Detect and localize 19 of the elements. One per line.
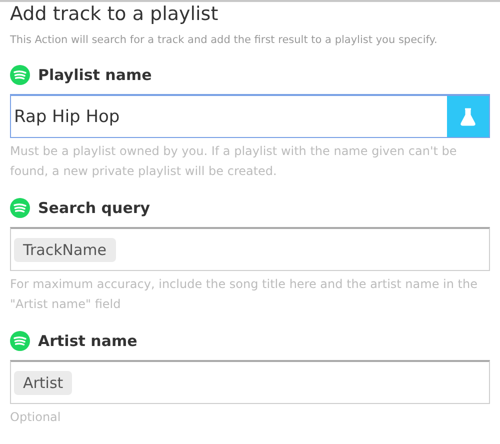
flask-icon: [460, 108, 476, 126]
spotify-icon: [10, 331, 30, 351]
action-title: Add track to a playlist: [10, 2, 220, 26]
input-field[interactable]: Rap Hip Hop: [10, 94, 490, 138]
help-text: Must be a playlist owned by you. If a playlist with the name given can't be found, a new private playlist will be created.: [10, 143, 458, 180]
help-text: Optional: [10, 409, 62, 426]
ingredient-tag[interactable]: TrackName: [14, 238, 116, 262]
input-field[interactable]: TrackName: [10, 227, 490, 271]
action-description: This Action will search for a track and add the first result to a playlist you specify.: [10, 33, 438, 48]
field-label: Playlist name: [38, 66, 152, 84]
input-field[interactable]: Artist: [10, 360, 490, 404]
spotify-icon: [10, 65, 30, 85]
flask-button[interactable]: [447, 96, 489, 137]
ingredient-tag[interactable]: Artist: [14, 370, 72, 394]
field-label: Artist name: [38, 332, 138, 350]
field-label: Search query: [38, 199, 150, 217]
field-value: Rap Hip Hop: [13, 106, 121, 128]
help-text: For maximum accuracy, include the song title here and the artist name in the "Artist name" field: [10, 276, 478, 313]
spotify-icon: [10, 198, 30, 218]
